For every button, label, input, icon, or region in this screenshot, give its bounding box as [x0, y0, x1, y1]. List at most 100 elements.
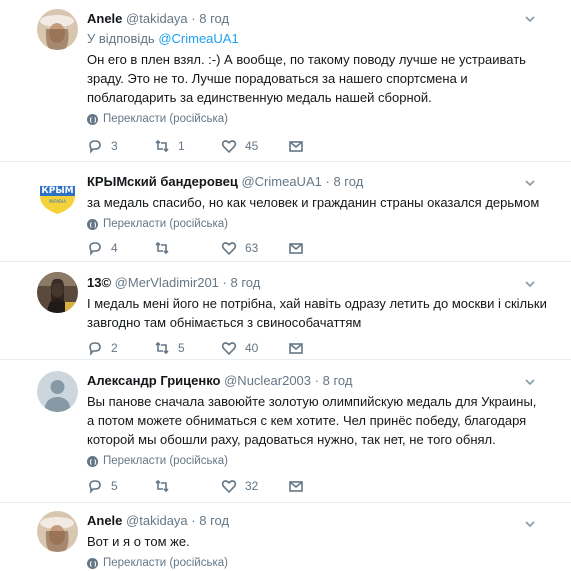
reply-button[interactable]: 4 — [87, 240, 154, 256]
avatar[interactable] — [37, 371, 78, 412]
reply-count: 4 — [111, 241, 118, 255]
separator-dot: · — [222, 275, 227, 290]
retweet-button[interactable] — [154, 478, 221, 494]
timestamp[interactable]: 8 год — [323, 373, 353, 388]
user-handle[interactable]: @Nuclear2003 — [224, 373, 311, 388]
user-handle[interactable]: @CrimeaUA1 — [241, 174, 321, 189]
globe-icon — [87, 113, 98, 125]
retweet-button[interactable]: 1 — [154, 138, 221, 154]
translate-label: Перекласти (російська) — [103, 557, 228, 569]
like-count: 63 — [245, 241, 259, 255]
reply-count: 2 — [111, 341, 118, 355]
user-name[interactable]: Александр Гриценко — [87, 373, 220, 388]
heart-icon — [221, 342, 237, 356]
direct-message-button[interactable] — [288, 138, 304, 154]
globe-icon — [87, 218, 98, 230]
user-handle[interactable]: @takidaya — [126, 11, 188, 26]
reply-icon — [89, 480, 101, 494]
retweet-icon — [155, 341, 169, 355]
user-handle[interactable]: @takidaya — [126, 513, 188, 528]
heart-icon — [221, 140, 237, 154]
tweet-header: Anele @takidaya · 8 год — [87, 10, 547, 27]
like-button[interactable]: 63 — [221, 240, 288, 256]
avatar[interactable] — [37, 511, 78, 552]
separator-dot: · — [325, 174, 330, 189]
avatar[interactable] — [37, 9, 78, 50]
globe-icon — [87, 557, 98, 569]
translate-link[interactable]: Перекласти (російська) — [87, 113, 547, 125]
tweet-text: Вот и я о том же. — [87, 534, 190, 549]
timestamp[interactable]: 8 год — [231, 275, 261, 290]
tweet-text: Вы панове сначала завоюйте золотую олимп… — [87, 394, 537, 447]
translate-link[interactable]: Перекласти (російська) — [87, 455, 547, 467]
envelope-icon — [289, 343, 303, 354]
tweet[interactable]: Anele @takidaya · 8 год Вот и я о том же… — [0, 503, 571, 571]
reply-button[interactable]: 3 — [87, 138, 154, 154]
heart-icon — [221, 480, 237, 494]
like-count: 32 — [245, 479, 259, 493]
separator-dot: · — [191, 11, 196, 26]
reply-count: 5 — [111, 479, 118, 493]
avatar-subtext: УКРАЇНА — [48, 199, 67, 204]
envelope-icon — [289, 141, 303, 152]
like-count: 40 — [245, 341, 259, 355]
translate-label: Перекласти (російська) — [103, 113, 228, 125]
tweet-thread: Anele @takidaya · 8 год У відповідь @Cri… — [0, 0, 571, 571]
reply-icon — [89, 342, 101, 356]
timestamp[interactable]: 8 год — [199, 11, 229, 26]
globe-icon — [87, 455, 98, 467]
reply-handle-link[interactable]: @CrimeaUA1 — [158, 31, 238, 46]
like-count: 45 — [245, 139, 259, 153]
user-name[interactable]: 13© — [87, 275, 111, 290]
retweet-count: 1 — [178, 139, 185, 153]
avatar[interactable]: КРЫМ УКРАЇНА — [37, 174, 78, 215]
tweet[interactable]: Anele @takidaya · 8 год У відповідь @Cri… — [0, 0, 571, 162]
direct-message-button[interactable] — [288, 478, 304, 494]
user-handle[interactable]: @MerVladimir201 — [115, 275, 219, 290]
separator-dot: · — [191, 513, 196, 528]
translate-link[interactable]: Перекласти (російська) — [87, 218, 547, 230]
reply-icon — [89, 242, 101, 256]
reply-button[interactable]: 2 — [87, 340, 154, 356]
retweet-icon — [155, 479, 169, 493]
tweet-text: за медаль спасибо, но как человек и граж… — [87, 195, 540, 210]
reply-context: У відповідь @CrimeaUA1 — [87, 30, 547, 47]
reply-label: У відповідь — [87, 31, 155, 46]
translate-link[interactable]: Перекласти (російська) — [87, 557, 547, 569]
avatar-text: КРЫМ — [41, 186, 74, 196]
user-name[interactable]: КРЫМский бандеровец — [87, 174, 238, 189]
timestamp[interactable]: 8 год — [199, 513, 229, 528]
tweet[interactable]: Александр Гриценко @Nuclear2003 · 8 год … — [0, 360, 571, 503]
retweet-button[interactable]: 5 — [154, 340, 221, 356]
tweet-text: Он его в плен взял. :-) А вообще, по так… — [87, 52, 526, 105]
envelope-icon — [289, 481, 303, 492]
retweet-count: 5 — [178, 341, 185, 355]
tweet-text: І медаль мені його не потрібна, хай наві… — [87, 296, 547, 330]
envelope-icon — [289, 243, 303, 254]
direct-message-button[interactable] — [288, 340, 304, 356]
like-button[interactable]: 32 — [221, 478, 288, 494]
avatar[interactable] — [37, 272, 78, 313]
reply-icon — [89, 140, 101, 154]
user-name[interactable]: Anele — [87, 513, 122, 528]
reply-count: 3 — [111, 139, 118, 153]
separator-dot: · — [314, 373, 319, 388]
tweet-header: КРЫМский бандеровец @CrimeaUA1 · 8 год — [87, 173, 547, 190]
retweet-icon — [155, 241, 169, 255]
like-button[interactable]: 45 — [221, 138, 288, 154]
retweet-button[interactable] — [154, 240, 221, 256]
translate-label: Перекласти (російська) — [103, 218, 228, 230]
timestamp[interactable]: 8 год — [333, 174, 363, 189]
tweet-header: Александр Гриценко @Nuclear2003 · 8 год — [87, 372, 547, 389]
tweet-header: Anele @takidaya · 8 год — [87, 512, 547, 529]
retweet-icon — [155, 139, 169, 153]
heart-icon — [221, 242, 237, 256]
user-name[interactable]: Anele — [87, 11, 122, 26]
like-button[interactable]: 40 — [221, 340, 288, 356]
direct-message-button[interactable] — [288, 240, 304, 256]
tweet[interactable]: 13© @MerVladimir201 · 8 год І медаль мен… — [0, 262, 571, 360]
tweet[interactable]: КРЫМ УКРАЇНА КРЫМский бандеровец @Crimea… — [0, 162, 571, 262]
tweet-header: 13© @MerVladimir201 · 8 год — [87, 274, 547, 291]
translate-label: Перекласти (російська) — [103, 455, 228, 467]
reply-button[interactable]: 5 — [87, 478, 154, 494]
